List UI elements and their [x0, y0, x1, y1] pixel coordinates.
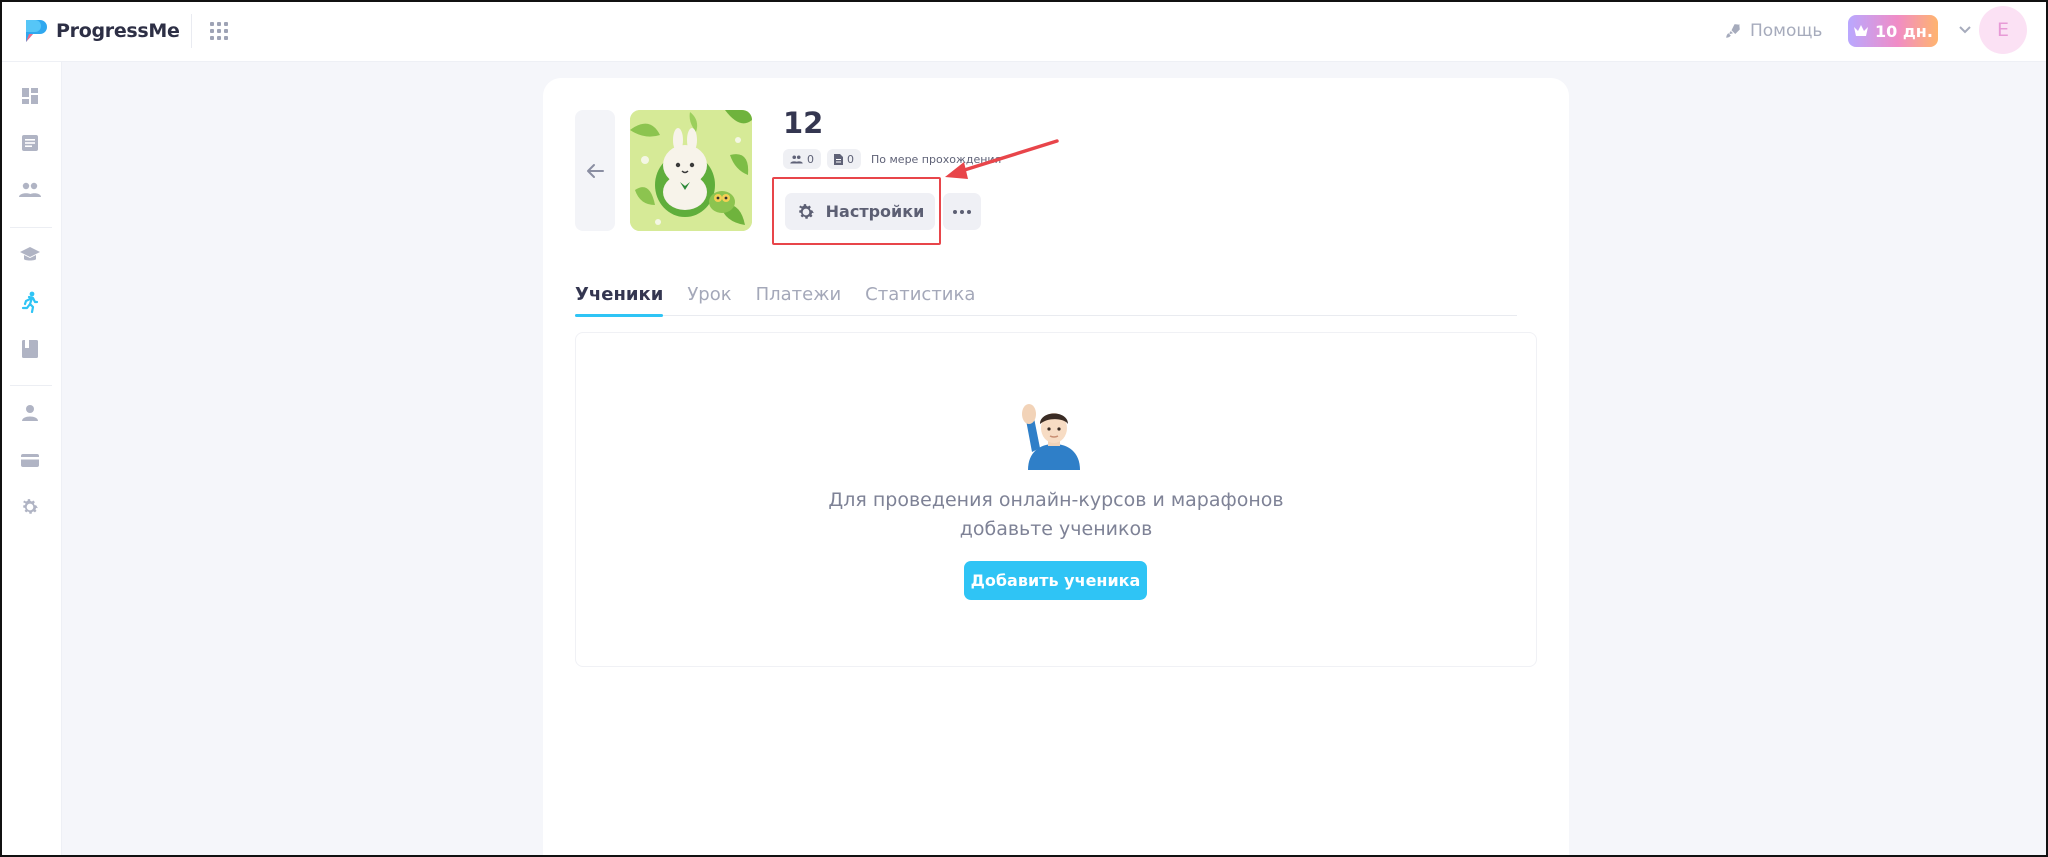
chevron-down-icon[interactable]	[1956, 20, 1974, 38]
more-dot	[967, 209, 971, 214]
top-bar: ProgressMe Помощь 10 дн. E	[0, 0, 2048, 62]
app-logo[interactable]: ProgressMe	[20, 15, 180, 47]
students-count-chip: 0	[783, 149, 821, 169]
book-icon	[22, 340, 38, 358]
running-person-icon	[21, 291, 39, 313]
crown-icon	[1854, 25, 1869, 36]
sidebar-item-dashboard[interactable]	[19, 85, 41, 107]
document-list-icon	[22, 135, 38, 151]
help-label: Помощь	[1750, 21, 1823, 41]
course-tabs: Ученики Урок Платежи Статистика	[575, 284, 1517, 317]
more-dot	[960, 209, 964, 214]
apps-grid-icon[interactable]	[210, 22, 228, 40]
sidebar-item-marathons[interactable]	[19, 291, 41, 313]
more-options-button[interactable]	[943, 193, 981, 230]
back-button[interactable]	[575, 110, 615, 231]
sidebar-item-library[interactable]	[19, 338, 41, 360]
more-dot	[953, 209, 957, 214]
sidebar-item-profile[interactable]	[19, 402, 41, 424]
card-icon	[21, 454, 39, 467]
gear-icon	[23, 499, 38, 514]
annotation-arrow-icon	[945, 139, 1059, 179]
course-title: 12	[783, 106, 824, 140]
sidebar-divider	[10, 227, 52, 228]
lessons-count-chip: 0	[827, 149, 861, 169]
sidebar-item-courses[interactable]	[19, 244, 41, 266]
user-avatar[interactable]: E	[1979, 6, 2027, 54]
person-icon	[22, 405, 38, 421]
empty-state-line1: Для проведения онлайн-курсов и марафонов	[828, 489, 1284, 511]
sidebar-divider	[10, 385, 52, 386]
rocket-icon	[1726, 24, 1740, 38]
sidebar	[0, 62, 62, 857]
arrow-left-icon	[587, 163, 604, 178]
help-link[interactable]: Помощь	[1724, 16, 1822, 46]
lessons-count: 0	[847, 152, 854, 166]
raising-hand-person-icon	[1022, 404, 1080, 470]
progressme-logo-icon	[26, 20, 47, 42]
sidebar-item-settings[interactable]	[19, 496, 41, 518]
app-name: ProgressMe	[56, 20, 180, 42]
sidebar-item-students[interactable]	[19, 179, 41, 201]
annotation-highlight-box	[772, 177, 941, 245]
group-icon	[19, 182, 41, 197]
header-divider	[191, 14, 192, 48]
course-cover-image[interactable]	[630, 110, 752, 231]
graduation-cap-icon	[20, 247, 40, 261]
tab-payments[interactable]: Платежи	[756, 284, 842, 316]
dashboard-icon	[22, 88, 38, 104]
trial-days: 10 дн.	[1875, 21, 1933, 41]
students-count: 0	[807, 152, 814, 166]
document-icon	[834, 153, 843, 165]
empty-state-message: Для проведения онлайн-курсов и марафонов…	[575, 486, 1537, 544]
tab-statistics[interactable]: Статистика	[865, 284, 975, 316]
tab-students[interactable]: Ученики	[575, 284, 664, 317]
sidebar-item-payments[interactable]	[19, 449, 41, 471]
frog-bunny-illustration	[630, 110, 752, 231]
empty-state-line2: добавьте учеников	[959, 518, 1153, 540]
group-icon	[790, 154, 803, 163]
tab-lesson[interactable]: Урок	[687, 284, 731, 316]
add-student-button[interactable]: Добавить ученика	[964, 561, 1147, 600]
avatar-initial: E	[1996, 19, 2009, 41]
sidebar-item-lessons[interactable]	[19, 132, 41, 154]
trial-badge[interactable]: 10 дн.	[1848, 15, 1938, 47]
